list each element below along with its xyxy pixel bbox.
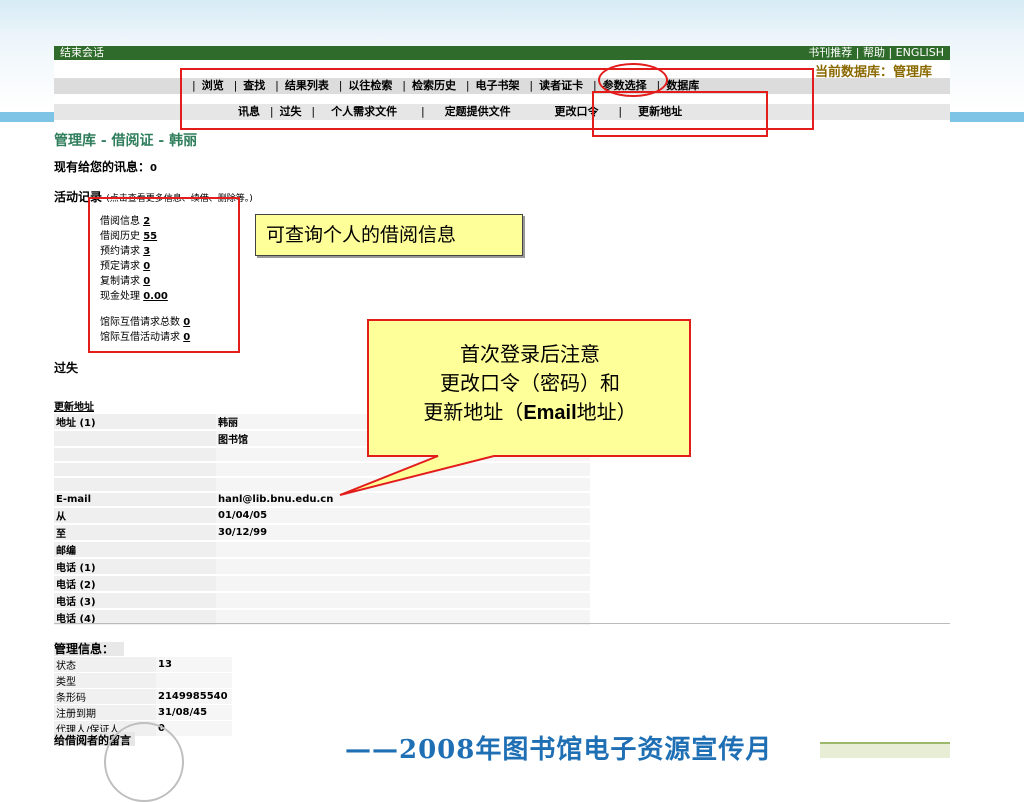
footer-banner: ——2008年图书馆电子资源宣传月 [345,735,773,765]
logout-link[interactable]: 结束会话 [60,46,104,60]
table-row: 类型 [54,673,232,688]
stats-highlight-box [88,197,240,353]
slide-stripe-left [0,112,56,122]
table-row: 状态 13 [54,657,232,672]
open-book-decoration [820,742,950,758]
management-heading: 管理信息： [54,640,125,657]
slide-stripe-right [950,112,1024,122]
table-row: 至 30/12/99 [54,525,590,540]
table-row: 邮编 [54,542,590,557]
patron-card-highlight-ellipse [598,63,668,97]
divider [54,623,950,624]
callout-text: 首次登录后注意 更改口令（密码）和 更新地址（Email地址） [423,342,637,424]
fines-heading: 过失 [54,361,79,375]
table-row: 电话 (3) [54,593,590,608]
page-title: 管理库 - 借阅证 - 韩丽 [54,133,198,149]
password-address-callout: 首次登录后注意 更改口令（密码）和 更新地址（Email地址） [339,319,692,496]
table-row: 条形码 2149985540 [54,689,232,704]
table-row: 注册到期 31/08/45 [54,705,232,720]
table-row: 电话 (2) [54,576,590,591]
messages-count: 0 [150,163,157,174]
messages-label: 现有给您的讯息： [54,160,151,174]
top-right-links[interactable]: 书刊推荐 | 帮助 | ENGLISH [808,46,944,60]
messages-line: 现有给您的讯息：0 [54,158,157,175]
borrow-info-callout: 可查询个人的借阅信息 [255,214,523,256]
table-row: 电话 (1) [54,559,590,574]
update-address-heading[interactable]: 更新地址 [54,398,94,413]
university-seal-logo [104,722,184,802]
password-address-highlight-box [592,91,768,137]
top-bar: 结束会话 书刊推荐 | 帮助 | ENGLISH [54,46,950,60]
